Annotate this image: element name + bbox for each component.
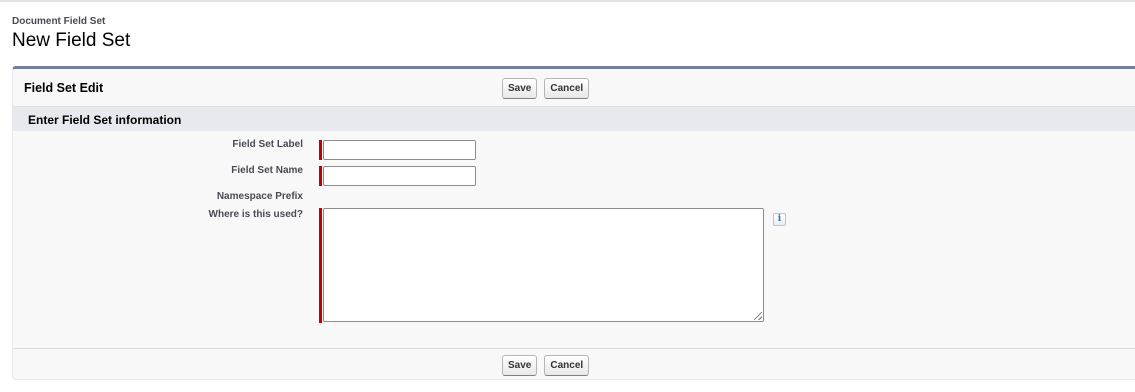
- info-icon[interactable]: i: [773, 213, 786, 226]
- block-title: Field Set Edit: [24, 81, 104, 95]
- section-title: Enter Field Set information: [28, 113, 182, 127]
- object-type-label: Document Field Set: [12, 16, 106, 27]
- bottom-button-group: Save Cancel: [502, 355, 590, 376]
- field-set-edit-block: Field Set Edit Save Cancel Enter Field S…: [12, 66, 1135, 380]
- section-header: Enter Field Set information: [13, 106, 1135, 131]
- required-indicator: [319, 140, 322, 160]
- field-set-name-input[interactable]: [323, 166, 476, 186]
- top-button-group: Save Cancel: [502, 78, 590, 99]
- cancel-button[interactable]: Cancel: [544, 78, 590, 99]
- page-title: New Field Set: [12, 30, 131, 51]
- namespace-prefix-label: Namespace Prefix: [216, 191, 303, 202]
- resize-grip-icon[interactable]: [754, 312, 762, 320]
- page-header: Document Field Set New Field Set: [12, 16, 130, 53]
- where-used-textarea[interactable]: [323, 208, 764, 322]
- save-button[interactable]: Save: [502, 355, 538, 376]
- field-set-name-label: Field Set Name: [231, 165, 303, 176]
- required-indicator: [319, 208, 322, 323]
- field-set-label-input[interactable]: [323, 140, 476, 160]
- field-set-label-label: Field Set Label: [232, 139, 303, 150]
- where-used-label: Where is this used?: [208, 209, 303, 220]
- required-indicator: [319, 166, 322, 186]
- top-divider: [0, 0, 1135, 2]
- bottom-divider: [13, 348, 1135, 349]
- save-button[interactable]: Save: [502, 78, 538, 99]
- cancel-button[interactable]: Cancel: [544, 355, 590, 376]
